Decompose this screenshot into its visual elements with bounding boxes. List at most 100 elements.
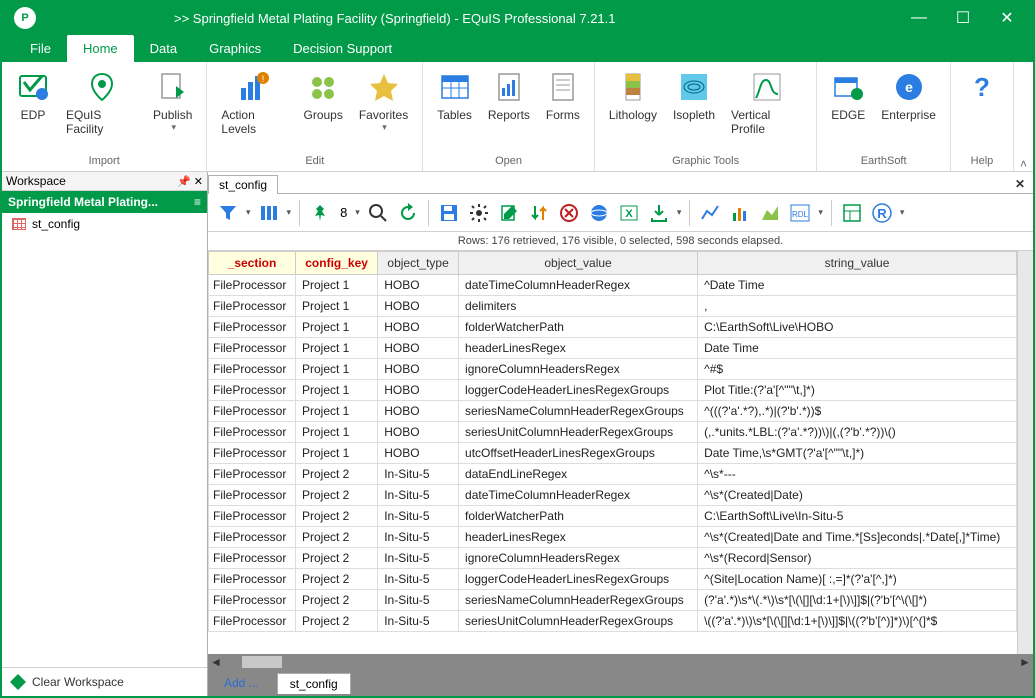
cell[interactable]: In-Situ-5 xyxy=(378,548,459,569)
cell[interactable]: FileProcessor xyxy=(209,317,296,338)
cell[interactable]: In-Situ-5 xyxy=(378,611,459,632)
sort-icon[interactable] xyxy=(525,199,553,227)
cell[interactable]: folderWatcherPath xyxy=(459,506,698,527)
cell[interactable]: , xyxy=(698,296,1017,317)
collapse-ribbon-button[interactable]: ˄ xyxy=(1014,157,1033,171)
cell[interactable]: HOBO xyxy=(378,380,459,401)
cell[interactable]: Project 2 xyxy=(296,527,378,548)
sheet-tab[interactable]: st_config xyxy=(277,673,351,694)
cell[interactable]: FileProcessor xyxy=(209,590,296,611)
table-row[interactable]: FileProcessorProject 1HOBOseriesUnitColu… xyxy=(209,422,1017,443)
cell[interactable]: Project 2 xyxy=(296,569,378,590)
more-dropdown[interactable]: ▾ xyxy=(898,207,907,218)
cell[interactable]: seriesNameColumnHeaderRegexGroups xyxy=(459,590,698,611)
column-header-object-value[interactable]: object_value xyxy=(459,252,698,275)
pin-icon[interactable] xyxy=(306,199,334,227)
cell[interactable]: ignoreColumnHeadersRegex xyxy=(459,359,698,380)
column-header-config-key[interactable]: config_key xyxy=(296,252,378,275)
cell[interactable]: Project 1 xyxy=(296,443,378,464)
vertical-scrollbar[interactable] xyxy=(1017,251,1033,654)
table-row[interactable]: FileProcessorProject 2In-Situ-5folderWat… xyxy=(209,506,1017,527)
cell[interactable]: Date Time,\s*GMT(?'a'[^""\t,]*) xyxy=(698,443,1017,464)
table-row[interactable]: FileProcessorProject 1HOBOignoreColumnHe… xyxy=(209,359,1017,380)
ribbon-reports-button[interactable]: Reports xyxy=(480,66,538,124)
ribbon-lithology-button[interactable]: Lithology xyxy=(601,66,665,124)
cell[interactable]: FileProcessor xyxy=(209,485,296,506)
table-row[interactable]: FileProcessorProject 2In-Situ-5seriesUni… xyxy=(209,611,1017,632)
table-row[interactable]: FileProcessorProject 2In-Situ-5ignoreCol… xyxy=(209,548,1017,569)
cell[interactable]: delimiters xyxy=(459,296,698,317)
cell[interactable]: Project 1 xyxy=(296,338,378,359)
cell[interactable]: C:\EarthSoft\Live\HOBO xyxy=(698,317,1017,338)
horizontal-scrollbar[interactable]: ◄► xyxy=(208,654,1033,670)
cell[interactable]: Project 1 xyxy=(296,275,378,296)
pin-icon[interactable]: 📌 ✕ xyxy=(177,175,203,188)
cell[interactable]: C:\EarthSoft\Live\In-Situ-5 xyxy=(698,506,1017,527)
columns-icon[interactable] xyxy=(255,199,283,227)
menu-tab-data[interactable]: Data xyxy=(134,35,193,62)
ribbon-action-levels-button[interactable]: !Action Levels xyxy=(213,66,295,138)
cell[interactable]: FileProcessor xyxy=(209,443,296,464)
rdl-icon[interactable]: RDL xyxy=(786,199,814,227)
cell[interactable]: Project 2 xyxy=(296,485,378,506)
table-row[interactable]: FileProcessorProject 1HOBOdateTimeColumn… xyxy=(209,275,1017,296)
menu-tab-file[interactable]: File xyxy=(14,35,67,62)
cell[interactable]: loggerCodeHeaderLinesRegexGroups xyxy=(459,569,698,590)
cell[interactable]: HOBO xyxy=(378,317,459,338)
table-row[interactable]: FileProcessorProject 1HOBOdelimiters, xyxy=(209,296,1017,317)
cell[interactable]: FileProcessor xyxy=(209,275,296,296)
cell[interactable]: Project 2 xyxy=(296,611,378,632)
minimize-button[interactable]: — xyxy=(897,2,941,34)
cell[interactable]: Project 1 xyxy=(296,359,378,380)
cell[interactable]: FileProcessor xyxy=(209,464,296,485)
cell[interactable]: headerLinesRegex xyxy=(459,527,698,548)
cell[interactable]: FileProcessor xyxy=(209,548,296,569)
area-chart-icon[interactable] xyxy=(756,199,784,227)
search-icon[interactable] xyxy=(364,199,392,227)
cell[interactable]: Project 1 xyxy=(296,401,378,422)
document-tab[interactable]: st_config xyxy=(208,175,278,194)
ribbon---button[interactable]: ? xyxy=(957,66,1007,110)
edit-icon[interactable] xyxy=(495,199,523,227)
column-header--section[interactable]: _section xyxy=(209,252,296,275)
cell[interactable]: (,.*units.*LBL:(?'a'.*?))\)|(,(?'b'.*?))… xyxy=(698,422,1017,443)
cell[interactable]: seriesNameColumnHeaderRegexGroups xyxy=(459,401,698,422)
ribbon-publish-button[interactable]: Publish▾ xyxy=(145,66,200,135)
pin-dropdown[interactable]: ▾ xyxy=(353,207,362,218)
cell[interactable]: FileProcessor xyxy=(209,611,296,632)
cell[interactable]: FileProcessor xyxy=(209,527,296,548)
add-sheet-button[interactable]: Add ... xyxy=(212,673,271,693)
download-dropdown[interactable]: ▾ xyxy=(675,207,684,218)
ribbon-vertical-profile-button[interactable]: Vertical Profile xyxy=(723,66,810,138)
menu-tab-home[interactable]: Home xyxy=(67,35,134,62)
clear-workspace-button[interactable]: Clear Workspace xyxy=(2,667,207,696)
cell[interactable]: In-Situ-5 xyxy=(378,527,459,548)
cell[interactable]: headerLinesRegex xyxy=(459,338,698,359)
cell[interactable]: Project 2 xyxy=(296,464,378,485)
cell[interactable]: ^\s*(Record|Sensor) xyxy=(698,548,1017,569)
ribbon-isopleth-button[interactable]: Isopleth xyxy=(665,66,723,124)
table-row[interactable]: FileProcessorProject 2In-Situ-5seriesNam… xyxy=(209,590,1017,611)
workspace-facility[interactable]: Springfield Metal Plating... xyxy=(2,191,207,213)
cell[interactable]: HOBO xyxy=(378,296,459,317)
table-row[interactable]: FileProcessorProject 1HOBOheaderLinesReg… xyxy=(209,338,1017,359)
cell[interactable]: Project 2 xyxy=(296,548,378,569)
cell[interactable]: ^Date Time xyxy=(698,275,1017,296)
table-row[interactable]: FileProcessorProject 2In-Situ-5dateTimeC… xyxy=(209,485,1017,506)
grid-scroll[interactable]: _sectionconfig_keyobject_typeobject_valu… xyxy=(208,251,1017,654)
cell[interactable]: folderWatcherPath xyxy=(459,317,698,338)
r-icon[interactable]: R xyxy=(868,199,896,227)
ribbon-groups-button[interactable]: Groups xyxy=(295,66,350,124)
cell[interactable]: In-Situ-5 xyxy=(378,485,459,506)
cancel-icon[interactable] xyxy=(555,199,583,227)
menu-tab-graphics[interactable]: Graphics xyxy=(193,35,277,62)
cell[interactable]: seriesUnitColumnHeaderRegexGroups xyxy=(459,611,698,632)
save-icon[interactable] xyxy=(435,199,463,227)
google-earth-icon[interactable] xyxy=(585,199,613,227)
cell[interactable]: Date Time xyxy=(698,338,1017,359)
table-row[interactable]: FileProcessorProject 2In-Situ-5loggerCod… xyxy=(209,569,1017,590)
cell[interactable]: HOBO xyxy=(378,443,459,464)
cell[interactable]: Plot Title:(?'a'[^""\t,]*) xyxy=(698,380,1017,401)
cell[interactable]: ignoreColumnHeadersRegex xyxy=(459,548,698,569)
cell[interactable]: FileProcessor xyxy=(209,506,296,527)
